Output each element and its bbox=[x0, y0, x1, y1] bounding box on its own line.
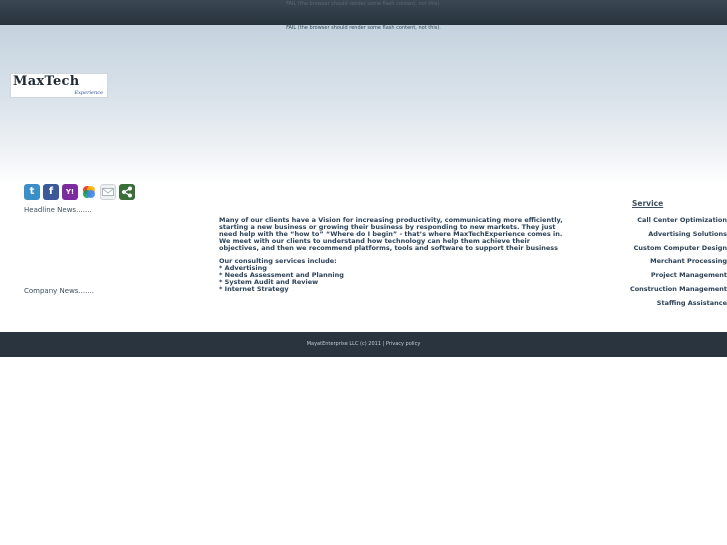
service-link-project[interactable]: Project Management bbox=[630, 271, 727, 285]
service-menu: Call Center Optimization Advertising Sol… bbox=[630, 216, 727, 313]
intro-paragraph: Many of our clients have a Vision for in… bbox=[219, 216, 563, 252]
site-logo[interactable]: MaxTech Experience bbox=[10, 73, 108, 98]
service-link-construction[interactable]: Construction Management bbox=[630, 285, 727, 299]
footer-copyright: MayatEnterprise LLC (c) 2011 | Privacy p… bbox=[306, 341, 421, 347]
social-share-bar: t f Y! bbox=[24, 184, 135, 200]
share-icon[interactable] bbox=[119, 184, 135, 200]
logo-subtext: Experience bbox=[74, 90, 103, 96]
email-glyph bbox=[102, 188, 114, 196]
service-link-computer-design[interactable]: Custom Computer Design bbox=[630, 244, 727, 258]
main-content: Many of our clients have a Vision for in… bbox=[219, 217, 569, 293]
consulting-item: * Internet Strategy bbox=[219, 285, 289, 294]
service-link-advertising[interactable]: Advertising Solutions bbox=[630, 230, 727, 244]
service-link-merchant[interactable]: Merchant Processing bbox=[630, 257, 727, 271]
twitter-icon[interactable]: t bbox=[24, 184, 40, 200]
header-banner bbox=[0, 25, 727, 185]
flash-fallback-top: FAIL (the browser should render some fla… bbox=[286, 1, 441, 7]
google-bookmark-glyph bbox=[83, 186, 95, 198]
share-glyph bbox=[122, 186, 132, 198]
flash-fallback-message: FAIL (the browser should render some fla… bbox=[286, 25, 441, 31]
email-icon[interactable] bbox=[100, 184, 116, 200]
google-bookmark-icon[interactable] bbox=[81, 184, 97, 200]
service-heading[interactable]: Service bbox=[632, 199, 663, 208]
logo-text: MaxTech bbox=[13, 74, 80, 89]
service-link-call-center[interactable]: Call Center Optimization bbox=[630, 216, 727, 230]
consulting-heading: Our consulting services include: bbox=[219, 257, 337, 266]
yahoo-icon[interactable]: Y! bbox=[62, 184, 78, 200]
company-news-link[interactable]: Company News....... bbox=[24, 287, 94, 295]
consulting-list: Our consulting services include: * Adver… bbox=[219, 258, 569, 293]
headline-news-link[interactable]: Headline News....... bbox=[24, 206, 92, 214]
service-link-staffing[interactable]: Staffing Assistance bbox=[630, 299, 727, 313]
footer-bar: MayatEnterprise LLC (c) 2011 | Privacy p… bbox=[0, 332, 727, 357]
facebook-icon[interactable]: f bbox=[43, 184, 59, 200]
